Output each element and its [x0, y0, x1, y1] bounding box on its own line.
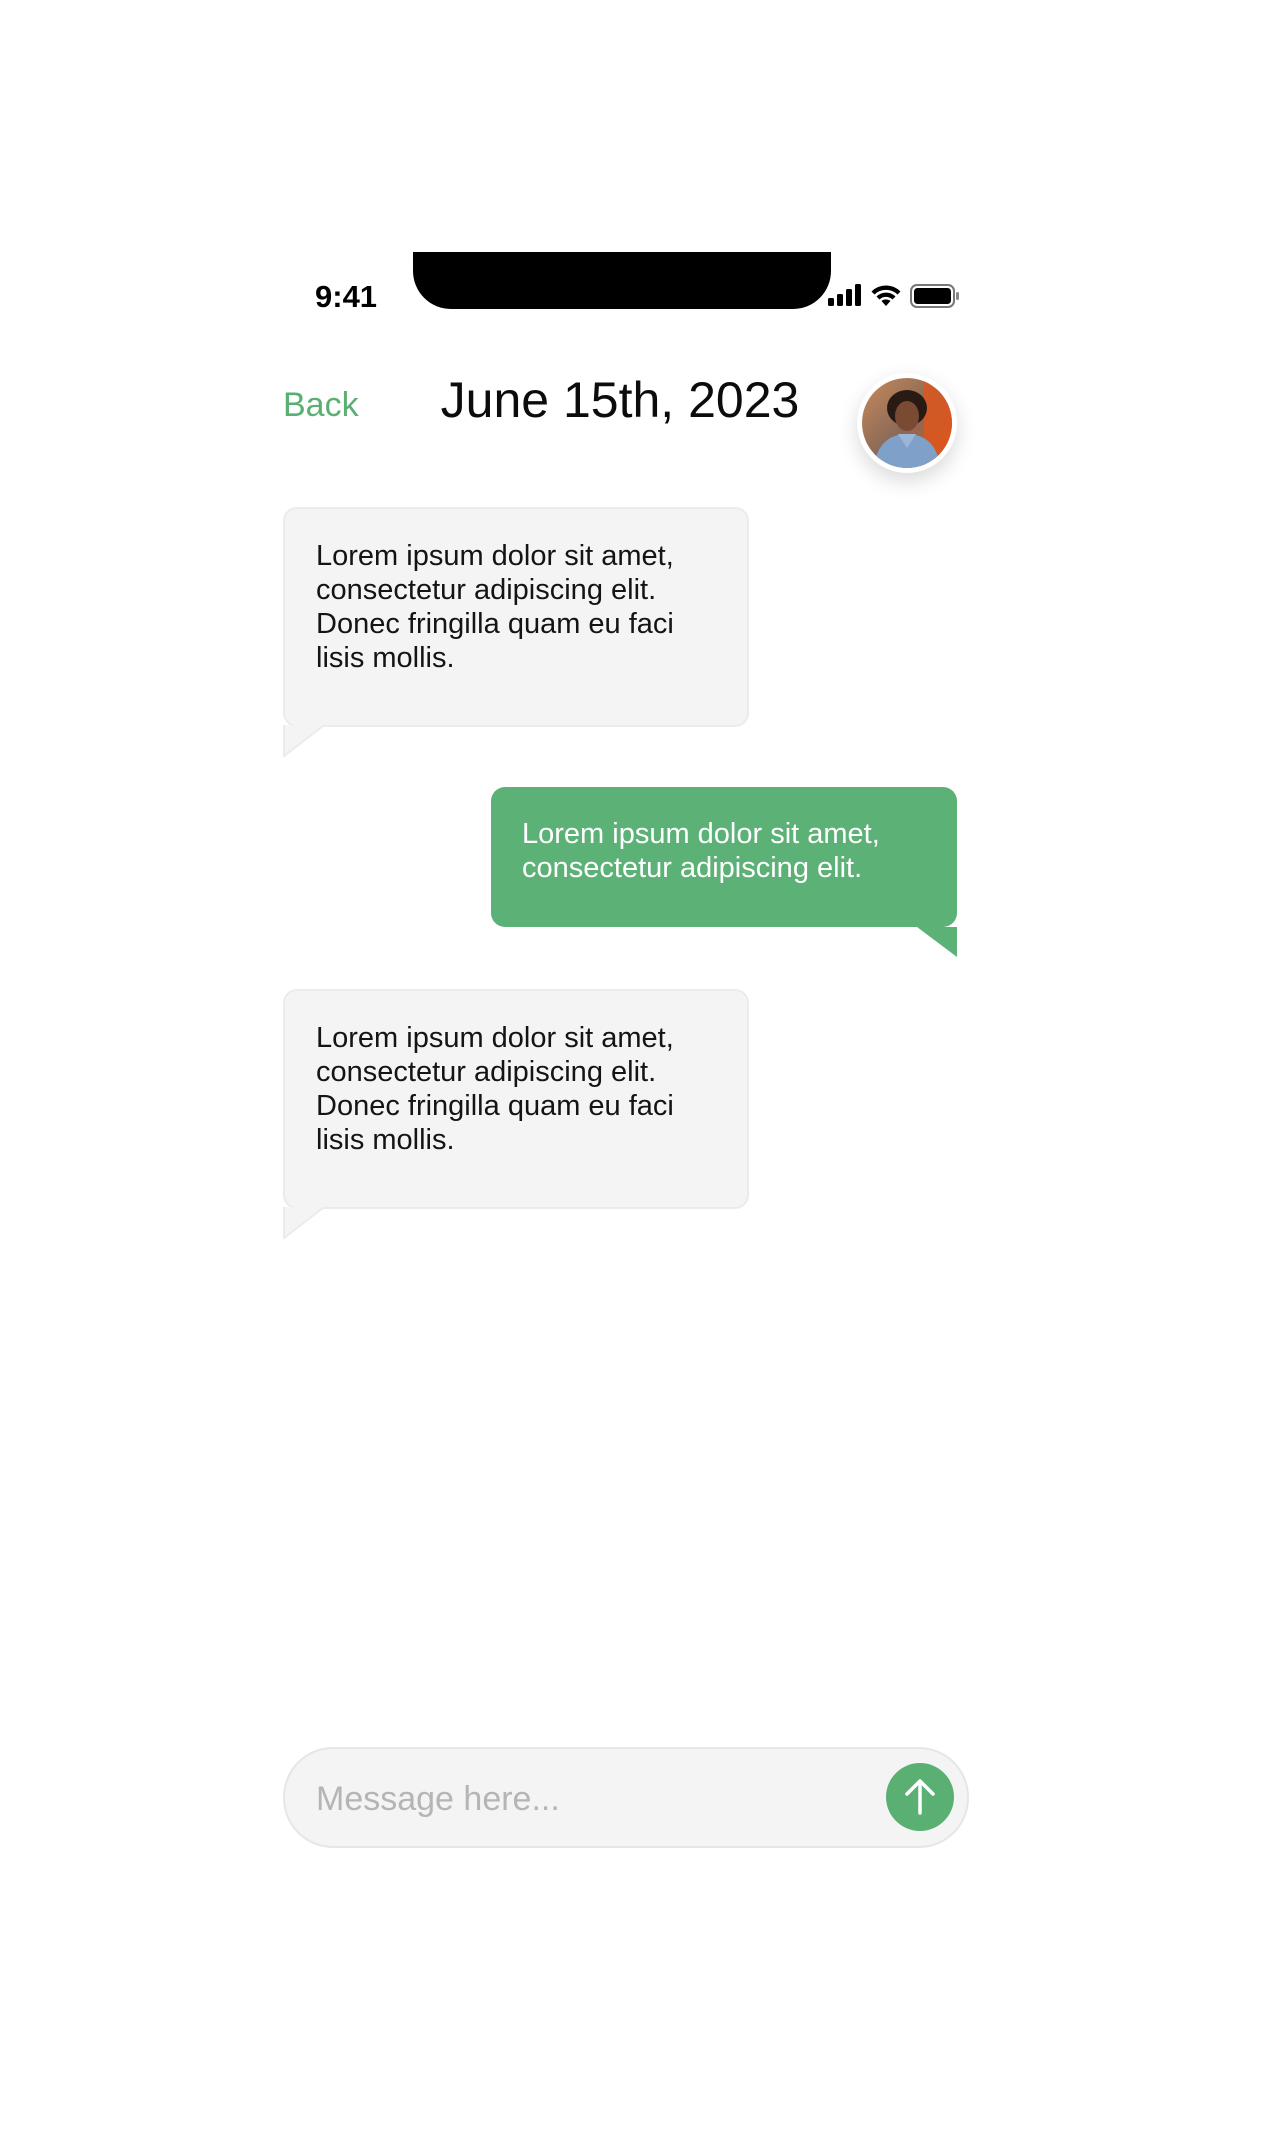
send-button[interactable]	[886, 1763, 954, 1831]
message-text: Lorem ipsum dolor sit amet, consectetur …	[316, 540, 674, 674]
message-input[interactable]	[314, 1774, 838, 1824]
status-time: 9:41	[315, 279, 378, 314]
message-incoming: Lorem ipsum dolor sit amet, consectetur …	[283, 507, 749, 757]
message-text: Lorem ipsum dolor sit amet, consectetur …	[522, 818, 880, 884]
arrow-up-icon	[905, 1779, 935, 1815]
device-notch	[413, 252, 831, 309]
message-text: Lorem ipsum dolor sit amet, consectetur …	[316, 1022, 674, 1156]
battery-icon	[910, 284, 959, 308]
bubble-tail	[917, 927, 957, 957]
status-icons	[828, 284, 963, 312]
back-button[interactable]: Back	[283, 385, 359, 425]
bubble-tail	[283, 1207, 324, 1239]
message-composer	[283, 1747, 969, 1848]
wifi-icon	[871, 285, 901, 306]
message-outgoing: Lorem ipsum dolor sit amet, consectetur …	[491, 787, 957, 957]
signal-icon	[828, 284, 861, 306]
avatar-photo	[862, 378, 952, 468]
chat-screen: 9:41 Back June 15th, 2023 Lorem ipsum do…	[0, 0, 1262, 2137]
page-title: June 15th, 2023	[440, 372, 800, 428]
message-incoming: Lorem ipsum dolor sit amet, consectetur …	[283, 989, 749, 1239]
bubble-tail	[283, 725, 324, 757]
avatar[interactable]	[857, 373, 957, 473]
